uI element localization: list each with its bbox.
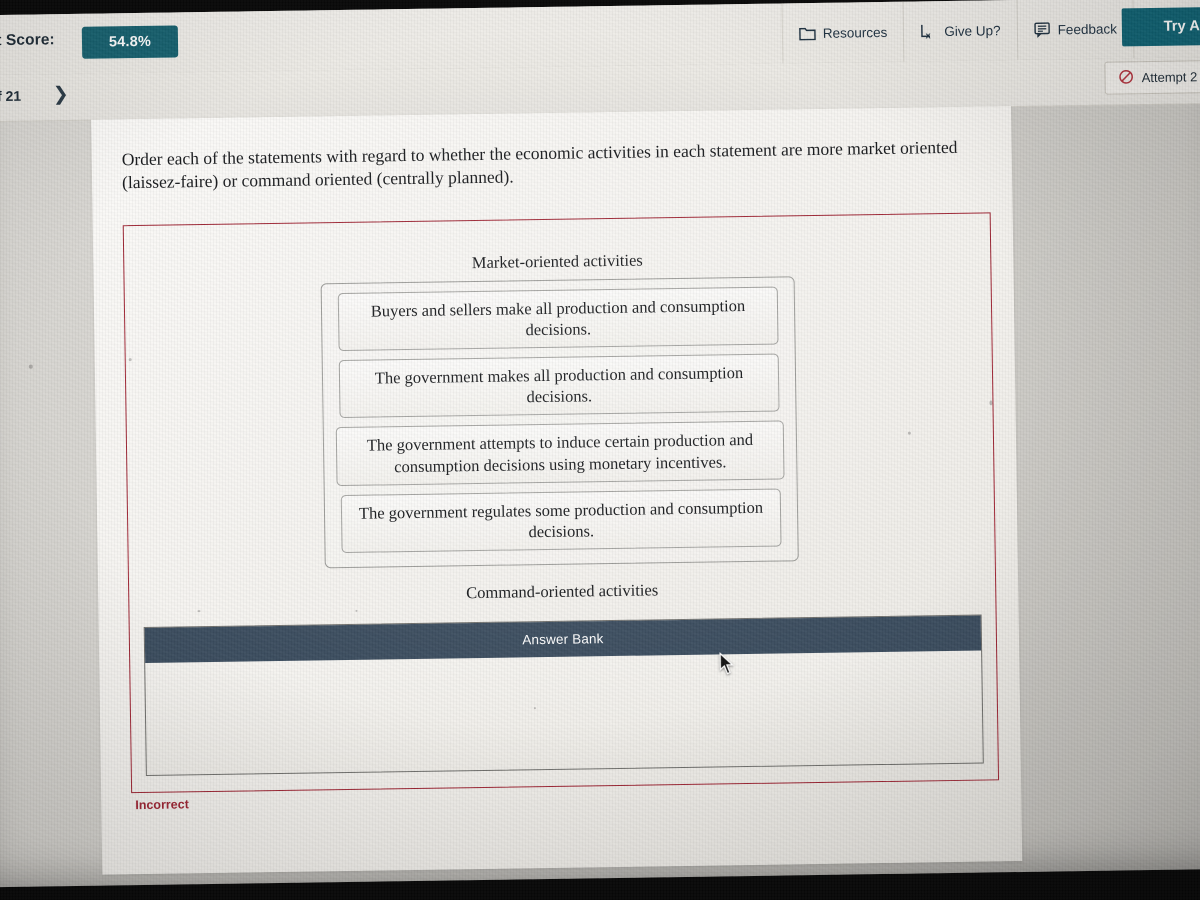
dust-speck: [989, 400, 993, 406]
try-again-button[interactable]: Try Again: [1121, 6, 1200, 47]
command-oriented-label: Command-oriented activities: [466, 580, 659, 603]
dust-speck: [907, 431, 911, 435]
give-up-label: Give Up?: [944, 22, 1001, 39]
screen-photo: ent Score: 54.8% Resources: [0, 0, 1200, 900]
resources-label: Resources: [822, 24, 888, 41]
market-oriented-label: Market-oriented activities: [471, 250, 643, 273]
answer-bank-body[interactable]: [145, 651, 983, 775]
question-counter: 3 of 21: [0, 88, 21, 105]
screen-surface: ent Score: 54.8% Resources: [0, 0, 1200, 888]
list-item[interactable]: The government makes all production and …: [338, 353, 780, 419]
resources-button[interactable]: Resources: [781, 1, 904, 64]
feedback-comment-icon: [1033, 21, 1050, 38]
no-entry-icon: [1119, 69, 1134, 87]
ordering-list[interactable]: Buyers and sellers make all production a…: [320, 276, 799, 569]
list-item[interactable]: The government attempts to induce certai…: [335, 420, 785, 486]
list-item[interactable]: Buyers and sellers make all production a…: [337, 286, 779, 352]
feedback-button[interactable]: Feedback: [1016, 0, 1135, 60]
question-counter-text: 3 of 21: [0, 87, 22, 105]
answer-bank[interactable]: Answer Bank: [143, 614, 984, 776]
dust-speck: [28, 364, 33, 369]
chevron-right-icon[interactable]: ❯: [53, 83, 69, 106]
attempt-label: Attempt 2: [1141, 69, 1198, 86]
mouse-cursor: [719, 651, 735, 680]
feedback-label: Feedback: [1057, 20, 1118, 37]
question-card: Order each of the statements with regard…: [91, 106, 1023, 875]
status-badge: Incorrect: [135, 797, 189, 813]
dust-speck: [355, 609, 358, 612]
svg-text:x: x: [926, 30, 931, 39]
dust-speck: [128, 358, 132, 362]
folder-icon: [799, 25, 816, 40]
dust-speck: [533, 707, 536, 710]
score-label: ent Score:: [0, 31, 55, 49]
give-up-icon: x: [920, 23, 937, 39]
attempt-dropdown[interactable]: Attempt 2: [1104, 59, 1200, 95]
score-badge: 54.8%: [81, 25, 179, 59]
list-item[interactable]: The government regulates some production…: [340, 488, 782, 553]
dust-speck: [197, 610, 201, 613]
give-up-button[interactable]: x Give Up?: [902, 0, 1018, 62]
question-prompt: Order each of the statements with regard…: [121, 136, 958, 193]
graded-answer-region: Market-oriented activities Buyers and se…: [122, 212, 1000, 794]
toolbar: Resources x Give Up? Feedback: [781, 0, 1135, 64]
